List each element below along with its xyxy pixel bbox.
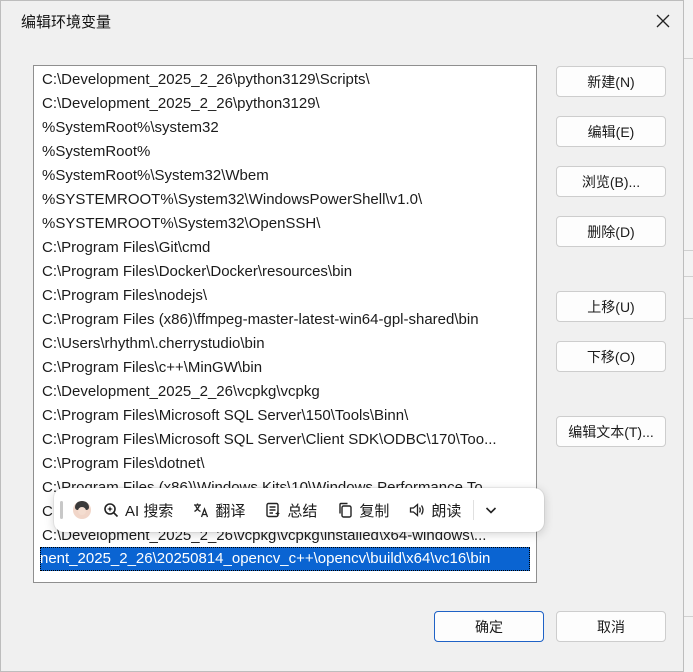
path-list-item[interactable]: C:\Development_2025_2_26\python3129\Scri… (42, 68, 370, 92)
read-aloud-button[interactable]: 朗读 (409, 500, 461, 521)
more-options-button[interactable] (484, 503, 498, 517)
path-list-item[interactable]: C (42, 500, 53, 524)
path-list-item[interactable]: %SystemRoot%\system32 (42, 116, 219, 140)
path-list-item[interactable]: C:\Program Files\Microsoft SQL Server\Cl… (42, 428, 497, 452)
ai-search-button[interactable]: AI 搜索 (103, 500, 173, 521)
delete-button[interactable]: 删除(D) (556, 216, 666, 247)
edit-text-button[interactable]: 编辑文本(T)... (556, 416, 666, 447)
ai-assistant-toolbar: AI 搜索 翻译 总结 复制 朗读 (54, 488, 544, 532)
move-down-button[interactable]: 下移(O) (556, 341, 666, 372)
ok-button[interactable]: 确定 (434, 611, 544, 642)
chevron-down-icon (486, 507, 497, 514)
translate-button[interactable]: 翻译 (193, 500, 245, 521)
edit-env-var-dialog: 编辑环境变量 C:\Development_2025_2_26\python31… (0, 0, 684, 672)
copy-icon (339, 502, 353, 518)
drag-handle[interactable] (60, 501, 63, 519)
close-button[interactable] (649, 7, 677, 35)
path-list-item[interactable]: C:\Program Files (x86)\ffmpeg-master-lat… (42, 308, 479, 332)
ai-search-label: AI 搜索 (125, 502, 174, 520)
path-list-item-selected[interactable]: nent_2025_2_26\20250814_opencv_c++\openc… (40, 547, 530, 571)
path-list-item[interactable]: C:\Program Files\Docker\Docker\resources… (42, 260, 352, 284)
translate-label: 翻译 (215, 502, 246, 520)
new-button[interactable]: 新建(N) (556, 66, 666, 97)
path-list-item[interactable]: C:\Program Files\nodejs\ (42, 284, 207, 308)
summarize-button[interactable]: 总结 (265, 500, 317, 521)
path-list-item[interactable]: C:\Development_2025_2_26\python3129\ (42, 92, 320, 116)
toolbar-divider (473, 500, 475, 520)
path-list-item[interactable]: C:\Program Files\c++\MinGW\bin (42, 356, 262, 380)
ai-search-icon (104, 503, 119, 518)
avatar[interactable] (73, 501, 91, 519)
translate-icon (194, 503, 209, 518)
copy-label: 复制 (359, 502, 390, 520)
path-list-item[interactable]: %SYSTEMROOT%\System32\WindowsPowerShell\… (42, 188, 422, 212)
browse-button[interactable]: 浏览(B)... (556, 166, 666, 197)
summarize-icon (266, 502, 281, 518)
path-list-item[interactable]: %SYSTEMROOT%\System32\OpenSSH\ (42, 212, 320, 236)
edit-button[interactable]: 编辑(E) (556, 116, 666, 147)
move-up-button[interactable]: 上移(U) (556, 291, 666, 322)
path-list-item[interactable]: C:\Users\rhythm\.cherrystudio\bin (42, 332, 265, 356)
copy-button[interactable]: 复制 (337, 500, 389, 521)
path-list-item[interactable]: C:\Program Files\Git\cmd (42, 236, 210, 260)
path-list-item[interactable]: %SystemRoot% (42, 140, 150, 164)
path-list-item[interactable]: C:\Program Files\dotnet\ (42, 452, 205, 476)
dialog-title: 编辑环境变量 (21, 14, 112, 31)
path-list-item[interactable]: C:\Program Files\Microsoft SQL Server\15… (42, 404, 408, 428)
read-aloud-label: 朗读 (431, 502, 462, 520)
cancel-button[interactable]: 取消 (556, 611, 666, 642)
close-icon (656, 14, 670, 28)
background-window-right (684, 0, 693, 672)
path-list-item[interactable]: C:\Development_2025_2_26\vcpkg\vcpkg (42, 380, 320, 404)
title-bar: 编辑环境变量 (1, 1, 683, 41)
summarize-label: 总结 (287, 502, 318, 520)
speaker-icon (410, 503, 425, 517)
path-list-item[interactable]: %SystemRoot%\System32\Wbem (42, 164, 269, 188)
